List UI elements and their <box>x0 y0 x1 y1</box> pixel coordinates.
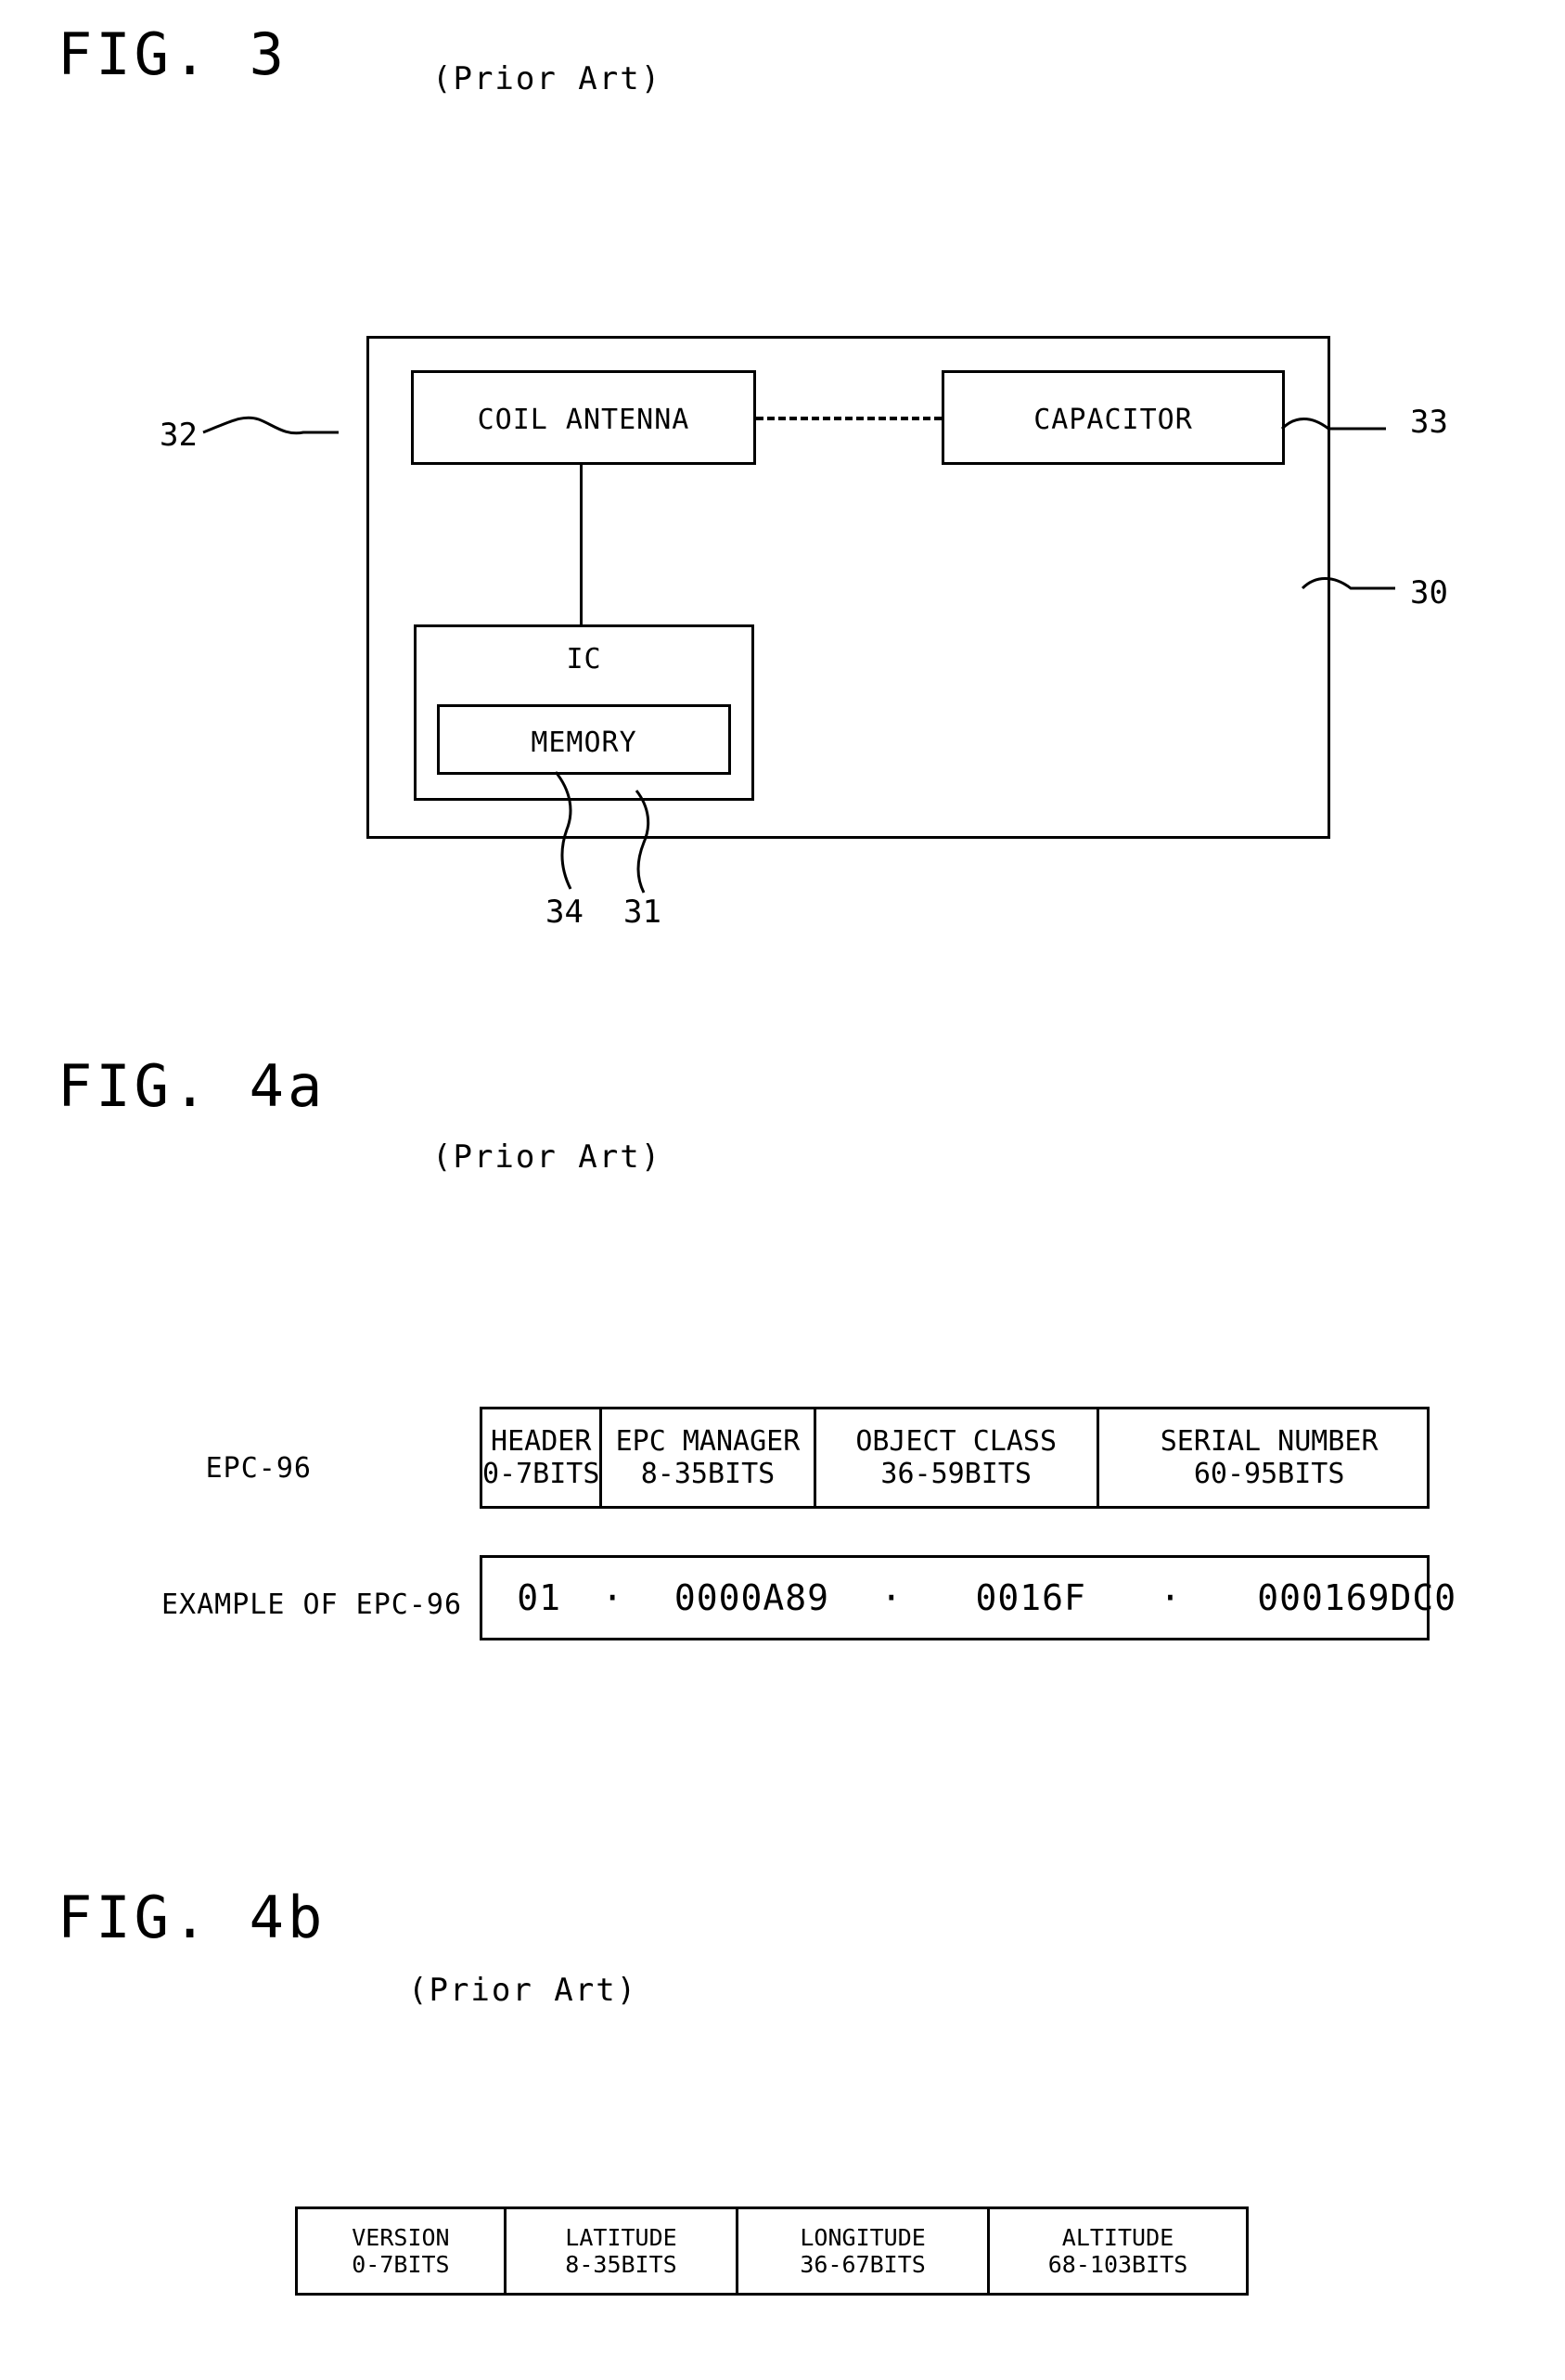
leader-line-30 <box>1301 577 1395 590</box>
bit-field-range: 36-59BITS <box>880 1458 1032 1490</box>
epc96-row-label: EPC-96 <box>205 1452 312 1485</box>
coil-antenna-label: COIL ANTENNA <box>477 404 690 436</box>
bit-field-range: 0-7BITS <box>352 2251 450 2278</box>
bit-field-range: 0-7BITS <box>482 1458 600 1490</box>
bit-field-name: HEADER <box>491 1424 592 1458</box>
epc96-example-row-label: EXAMPLE OF EPC-96 <box>160 1589 462 1621</box>
coil-antenna-block: COIL ANTENNA <box>411 370 756 465</box>
bit-field-range: 8-35BITS <box>565 2251 677 2278</box>
bit-field-name: ALTITUDE <box>1061 2223 1174 2251</box>
example-value-segment: 000169DC0 <box>1257 1577 1457 1618</box>
bit-field-name: OBJECT CLASS <box>855 1424 1058 1458</box>
geo-field-table: VERSION 0-7BITS LATITUDE 8-35BITS LONGITUDE 3… <box>295 2206 1249 2296</box>
prior-art-note-fig4a: (Prior Art) <box>432 1139 662 1176</box>
leader-line-33 <box>1280 418 1386 431</box>
example-separator: · <box>601 1577 623 1618</box>
figure-label-fig3: FIG. 3 <box>58 20 288 88</box>
example-value-segment: 0000A89 <box>673 1577 830 1618</box>
bit-field-name: VERSION <box>352 2223 450 2251</box>
prior-art-note-fig4b: (Prior Art) <box>408 1972 638 2009</box>
bit-field-cell: EPC MANAGER 8-35BITS <box>602 1409 816 1506</box>
bit-field-cell: SERIAL NUMBER 60-95BITS <box>1099 1409 1439 1506</box>
example-separator: · <box>1160 1577 1181 1618</box>
example-separator: · <box>880 1577 903 1618</box>
bit-field-range: 36-67BITS <box>800 2251 926 2278</box>
bit-field-name: EPC MANAGER <box>615 1424 801 1458</box>
antenna-capacitor-connection <box>756 417 942 420</box>
antenna-ic-connection <box>580 464 583 626</box>
memory-label: MEMORY <box>531 727 637 759</box>
bit-field-range: 68-103BITS <box>1047 2251 1188 2278</box>
epc96-example-box: 01 · 0000A89 · 0016F · 000169DC0 <box>480 1555 1456 1640</box>
capacitor-block: CAPACITOR <box>942 370 1285 465</box>
example-value-segment: 01 <box>517 1577 561 1618</box>
figure-label-fig4b: FIG. 4b <box>58 1884 327 1951</box>
reference-numeral-32: 32 <box>160 417 198 454</box>
bit-field-cell: LONGITUDE 36-67BITS <box>738 2209 991 2293</box>
epc96-field-table: HEADER 0-7BITS EPC MANAGER 8-35BITS OBJECT C… <box>480 1407 1430 1509</box>
leader-line-32 <box>202 416 339 435</box>
ic-label: IC <box>566 643 602 675</box>
bit-field-cell: LATITUDE 8-35BITS <box>507 2209 739 2293</box>
bit-field-range: 8-35BITS <box>640 1458 776 1490</box>
example-value-segment: 0016F <box>975 1577 1086 1618</box>
patent-figure-page: FIG. 3 (Prior Art) COIL ANTENNA CAPACITO… <box>0 0 1565 2380</box>
reference-numeral-31: 31 <box>623 894 661 931</box>
bit-field-name: LATITUDE <box>565 2223 677 2251</box>
bit-field-cell: OBJECT CLASS 36-59BITS <box>816 1409 1099 1506</box>
bit-field-cell: ALTITUDE 68-103BITS <box>990 2209 1246 2293</box>
bit-field-name: LONGITUDE <box>800 2223 926 2251</box>
capacitor-label: CAPACITOR <box>1033 404 1193 436</box>
figure-label-fig4a: FIG. 4a <box>58 1052 327 1120</box>
leader-line-31 <box>635 790 650 894</box>
bit-field-cell: VERSION 0-7BITS <box>298 2209 507 2293</box>
bit-field-name: SERIAL NUMBER <box>1160 1424 1379 1458</box>
leader-line-34 <box>554 771 572 890</box>
reference-numeral-34: 34 <box>545 894 584 931</box>
bit-field-range: 60-95BITS <box>1193 1458 1345 1490</box>
prior-art-note-fig3: (Prior Art) <box>432 60 662 97</box>
memory-block: MEMORY <box>437 704 731 775</box>
bit-field-cell: HEADER 0-7BITS <box>482 1409 603 1506</box>
